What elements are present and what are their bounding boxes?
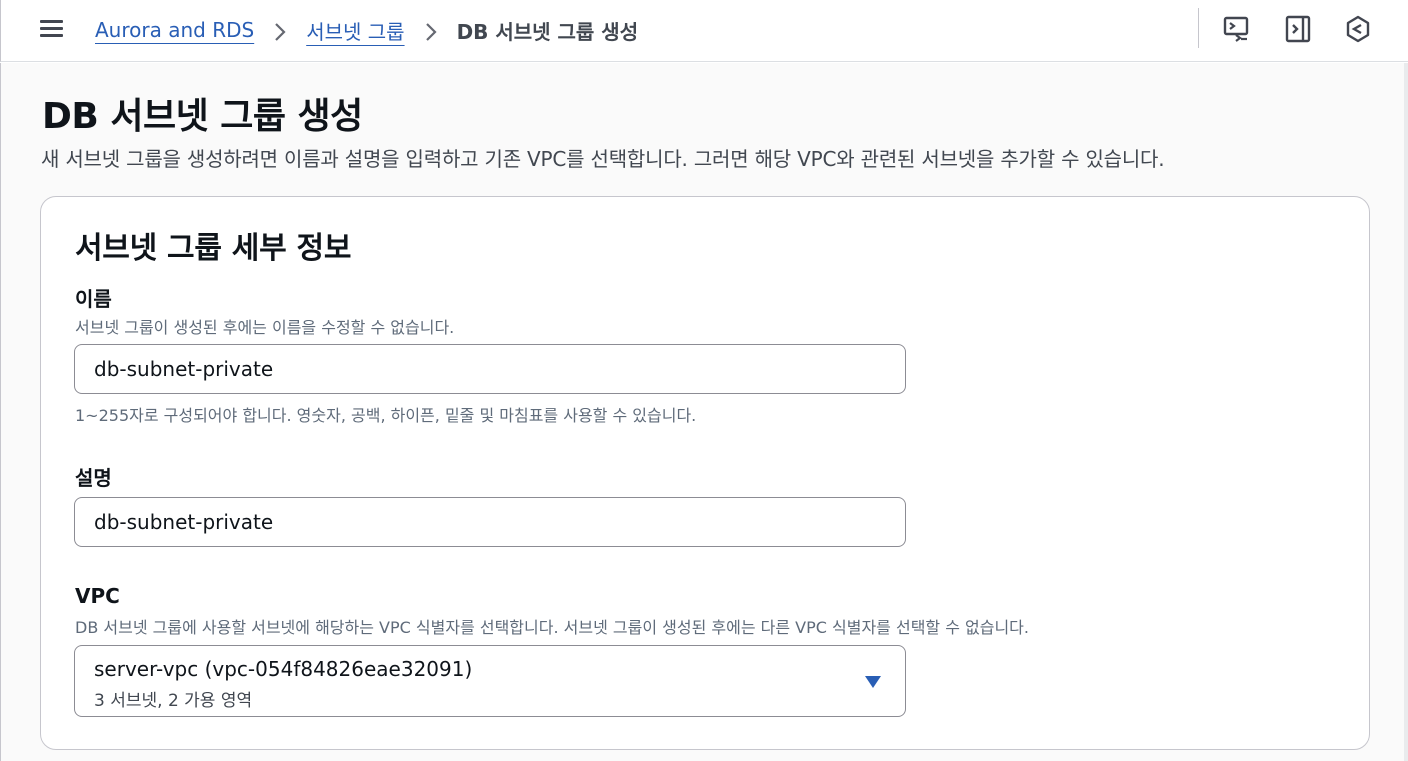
vpc-label: VPC [75,584,120,608]
cloudshell-icon[interactable] [1222,14,1252,44]
page-title: DB 서브넷 그룹 생성 [42,96,363,137]
panel-toggle-icon[interactable] [1283,14,1313,44]
name-label: 이름 [75,287,112,311]
top-navigation-bar: Aurora and RDS 서브넷 그룹 DB 서브넷 그룹 생성 [0,0,1408,62]
feedback-hex-icon[interactable] [1343,14,1373,44]
caret-down-icon [864,674,882,688]
main-content: DB 서브넷 그룹 생성 새 서브넷 그룹을 생성하려면 이름과 설명을 입력하… [0,63,1408,761]
breadcrumb: Aurora and RDS 서브넷 그룹 DB 서브넷 그룹 생성 [95,15,638,45]
description-input[interactable]: db-subnet-private [74,497,906,547]
description-label: 설명 [75,466,112,490]
hamburger-menu-icon[interactable] [40,18,64,40]
chevron-right-icon [405,18,457,42]
page-description: 새 서브넷 그룹을 생성하려면 이름과 설명을 입력하고 기존 VPC를 선택합… [41,147,1165,171]
breadcrumb-item-subnet-groups[interactable]: 서브넷 그룹 [306,16,404,45]
vpc-select[interactable]: server-vpc (vpc-054f84826eae32091) 3 서브넷… [74,645,906,717]
scrollbar-track[interactable] [1404,63,1408,761]
chevron-right-icon [254,18,306,42]
name-input[interactable]: db-subnet-private [74,344,906,394]
card-title: 서브넷 그룹 세부 정보 [75,231,352,266]
breadcrumb-item-aurora-rds[interactable]: Aurora and RDS [95,18,254,42]
vpc-selected-value: server-vpc (vpc-054f84826eae32091) [94,657,473,681]
name-constraint: 1~255자로 구성되어야 합니다. 영숫자, 공백, 하이픈, 밑줄 및 마침… [75,406,697,425]
vpc-description: DB 서브넷 그룹에 사용할 서브넷에 해당하는 VPC 식별자를 선택합니다.… [75,618,1029,637]
name-description: 서브넷 그룹이 생성된 후에는 이름을 수정할 수 없습니다. [75,318,455,337]
breadcrumb-current: DB 서브넷 그룹 생성 [456,19,639,44]
toolbar-divider [1198,8,1199,48]
subnet-group-details-card: 서브넷 그룹 세부 정보 이름 서브넷 그룹이 생성된 후에는 이름을 수정할 … [40,196,1370,750]
vpc-selected-detail: 3 서브넷, 2 가용 영역 [94,691,253,711]
